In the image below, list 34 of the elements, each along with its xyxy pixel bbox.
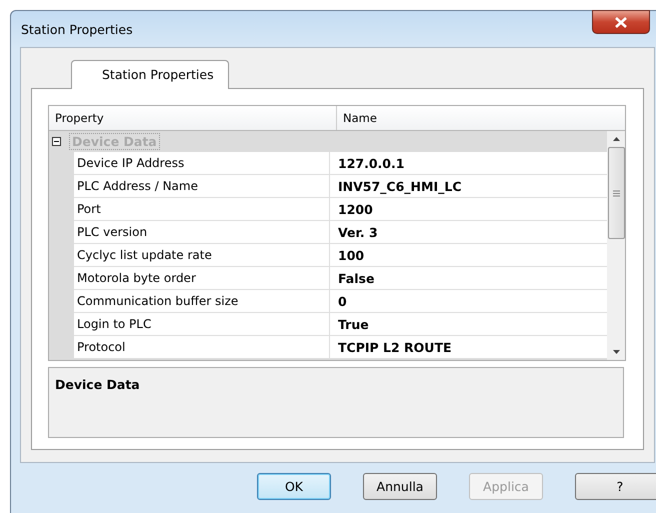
property-name[interactable]: PLC Address / Name bbox=[74, 175, 330, 198]
dialog-button[interactable]: OK bbox=[257, 473, 331, 500]
property-value[interactable]: 127.0.0.1 bbox=[330, 152, 607, 175]
property-name[interactable]: Motorola byte order bbox=[74, 267, 330, 290]
up-arrow-icon bbox=[612, 137, 620, 141]
scroll-thumb[interactable] bbox=[608, 147, 624, 239]
dialog-button[interactable]: Annulla bbox=[363, 473, 437, 500]
property-value[interactable]: True bbox=[330, 313, 607, 336]
close-button[interactable] bbox=[592, 10, 650, 34]
column-header: Name bbox=[342, 110, 377, 127]
property-name[interactable]: Login to PLC bbox=[74, 313, 330, 336]
close-icon bbox=[615, 16, 627, 28]
property-value[interactable]: 100 bbox=[330, 244, 607, 267]
grip-icon bbox=[612, 190, 620, 196]
down-arrow-icon bbox=[612, 350, 620, 354]
property-name[interactable]: Protocol bbox=[74, 336, 330, 359]
window-title: Station Properties bbox=[21, 22, 133, 37]
property-name[interactable]: Port bbox=[74, 198, 330, 221]
property-value[interactable]: Ver. 3 bbox=[330, 221, 607, 244]
property-value[interactable]: INV57_C6_HMI_LC bbox=[330, 175, 607, 198]
tab[interactable]: Station Properties bbox=[71, 60, 229, 89]
property-value[interactable]: TCPIP L2 ROUTE bbox=[330, 336, 607, 359]
property-name[interactable]: Device IP Address bbox=[74, 152, 330, 175]
property-name[interactable]: PLC version bbox=[74, 221, 330, 244]
column-header: Property bbox=[49, 106, 337, 130]
property-name[interactable]: Cyclyc list update rate bbox=[74, 244, 330, 267]
property-value[interactable]: 0 bbox=[330, 290, 607, 313]
description-title: Device Data bbox=[55, 377, 140, 392]
property-value[interactable]: False bbox=[330, 267, 607, 290]
dialog-button[interactable]: ? bbox=[575, 473, 656, 500]
property-value[interactable]: 1200 bbox=[330, 198, 607, 221]
minus-icon bbox=[52, 137, 61, 146]
property-name[interactable]: Communication buffer size bbox=[74, 290, 330, 313]
collapse-toggle[interactable] bbox=[52, 137, 61, 146]
